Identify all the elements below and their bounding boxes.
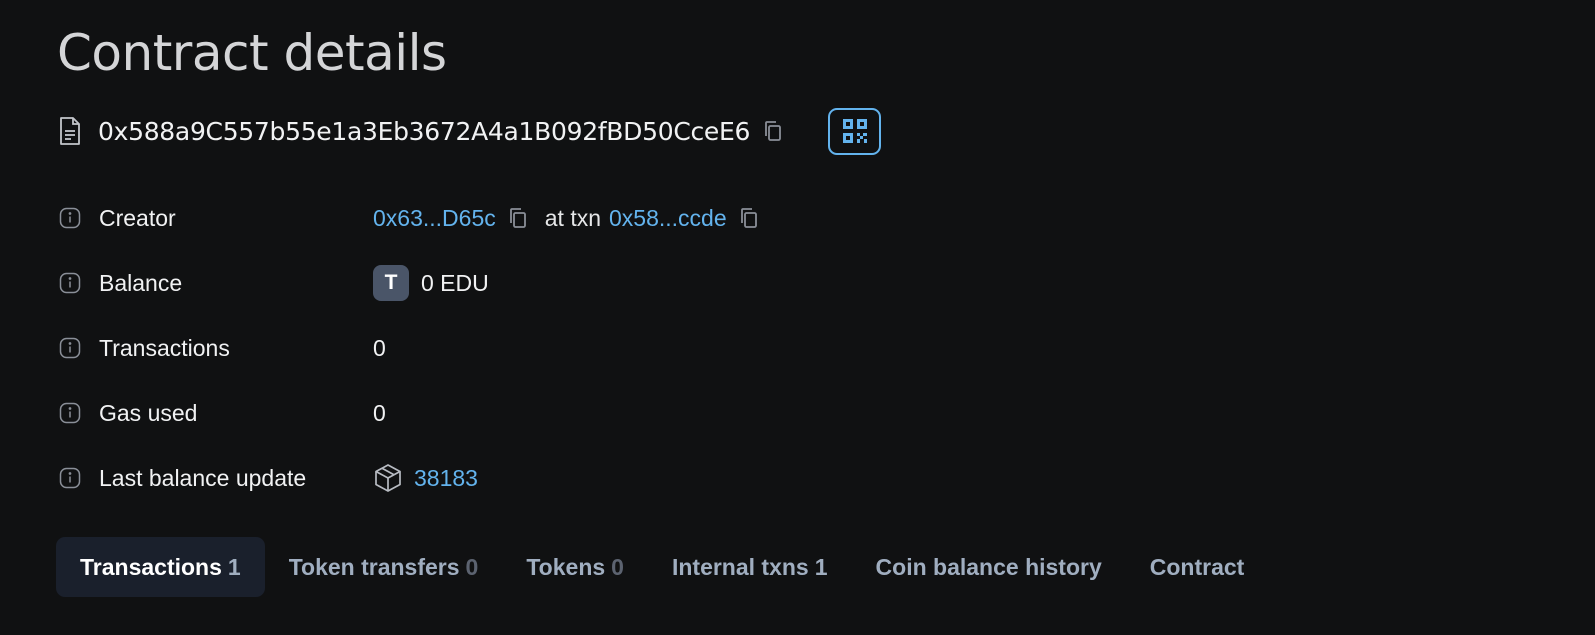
- copy-txn-icon[interactable]: [739, 207, 759, 229]
- info-icon[interactable]: [58, 271, 82, 295]
- tab-count: 1: [227, 553, 241, 580]
- copy-creator-icon[interactable]: [508, 207, 528, 229]
- tab-label: Transactions: [80, 553, 222, 580]
- last-balance-update-label: Last balance update: [99, 464, 307, 491]
- tab-label: Tokens: [526, 553, 606, 580]
- tab-label: Contract: [1149, 553, 1245, 580]
- tab-count: 0: [465, 553, 479, 580]
- transactions-row: Transactions 0: [58, 328, 386, 368]
- tab-label: Coin balance history: [875, 553, 1102, 580]
- token-logo-icon: T: [373, 265, 409, 301]
- tab-coin-balance-history[interactable]: Coin balance history: [852, 537, 1126, 597]
- tab-contract[interactable]: Contract: [1126, 537, 1269, 597]
- last-balance-update-row: Last balance update 38183: [58, 458, 478, 498]
- contract-address-row: 0x588a9C557b55e1a3Eb3672A4a1B092fBD50Cce…: [58, 107, 882, 155]
- contract-details-page: Contract details 0x588a9C557b55e1a3Eb367…: [0, 0, 1595, 635]
- transactions-label: Transactions: [99, 334, 230, 361]
- creator-address-link[interactable]: 0x63...D65c: [373, 205, 496, 232]
- info-icon[interactable]: [58, 466, 82, 490]
- qr-code-icon: [841, 117, 869, 145]
- balance-value: 0 EDU: [421, 269, 489, 296]
- page-title: Contract details: [57, 24, 447, 82]
- balance-label: Balance: [99, 269, 183, 296]
- gas-used-row: Gas used 0: [58, 393, 386, 433]
- tab-count: 1: [814, 553, 828, 580]
- block-icon: [373, 463, 403, 493]
- tab-transactions[interactable]: Transactions 1: [56, 537, 265, 597]
- block-number-link[interactable]: 38183: [414, 465, 478, 492]
- last-balance-update-value: 38183: [373, 463, 478, 493]
- contract-address: 0x588a9C557b55e1a3Eb3672A4a1B092fBD50Cce…: [98, 116, 751, 146]
- tab-internal-txns[interactable]: Internal txns 1: [648, 537, 852, 597]
- balance-value-group: T 0 EDU: [373, 265, 489, 301]
- tab-label: Internal txns: [671, 553, 809, 580]
- copy-address-icon[interactable]: [762, 119, 784, 143]
- info-icon[interactable]: [58, 336, 82, 360]
- gas-used-label: Gas used: [99, 399, 198, 426]
- info-icon[interactable]: [58, 206, 82, 230]
- info-icon[interactable]: [58, 401, 82, 425]
- qr-code-button[interactable]: [828, 107, 882, 155]
- tab-label: Token transfers: [288, 553, 460, 580]
- creator-value: 0x63...D65c at txn 0x58...ccde: [373, 205, 759, 232]
- creation-txn-link[interactable]: 0x58...ccde: [609, 205, 727, 232]
- file-document-icon: [58, 116, 86, 146]
- gas-used-value: 0: [373, 399, 386, 426]
- transactions-value: 0: [373, 334, 386, 361]
- contract-tabs: Transactions 1 Token transfers 0 Tokens …: [56, 537, 1268, 597]
- tab-token-transfers[interactable]: Token transfers 0: [265, 537, 503, 597]
- at-txn-text: at txn: [544, 204, 602, 231]
- creator-row: Creator 0x63...D65c at txn 0x58...ccde: [58, 198, 757, 238]
- creator-label: Creator: [99, 204, 176, 231]
- balance-row: Balance T 0 EDU: [58, 263, 489, 303]
- tab-tokens[interactable]: Tokens 0: [502, 537, 648, 597]
- tab-count: 0: [611, 553, 624, 580]
